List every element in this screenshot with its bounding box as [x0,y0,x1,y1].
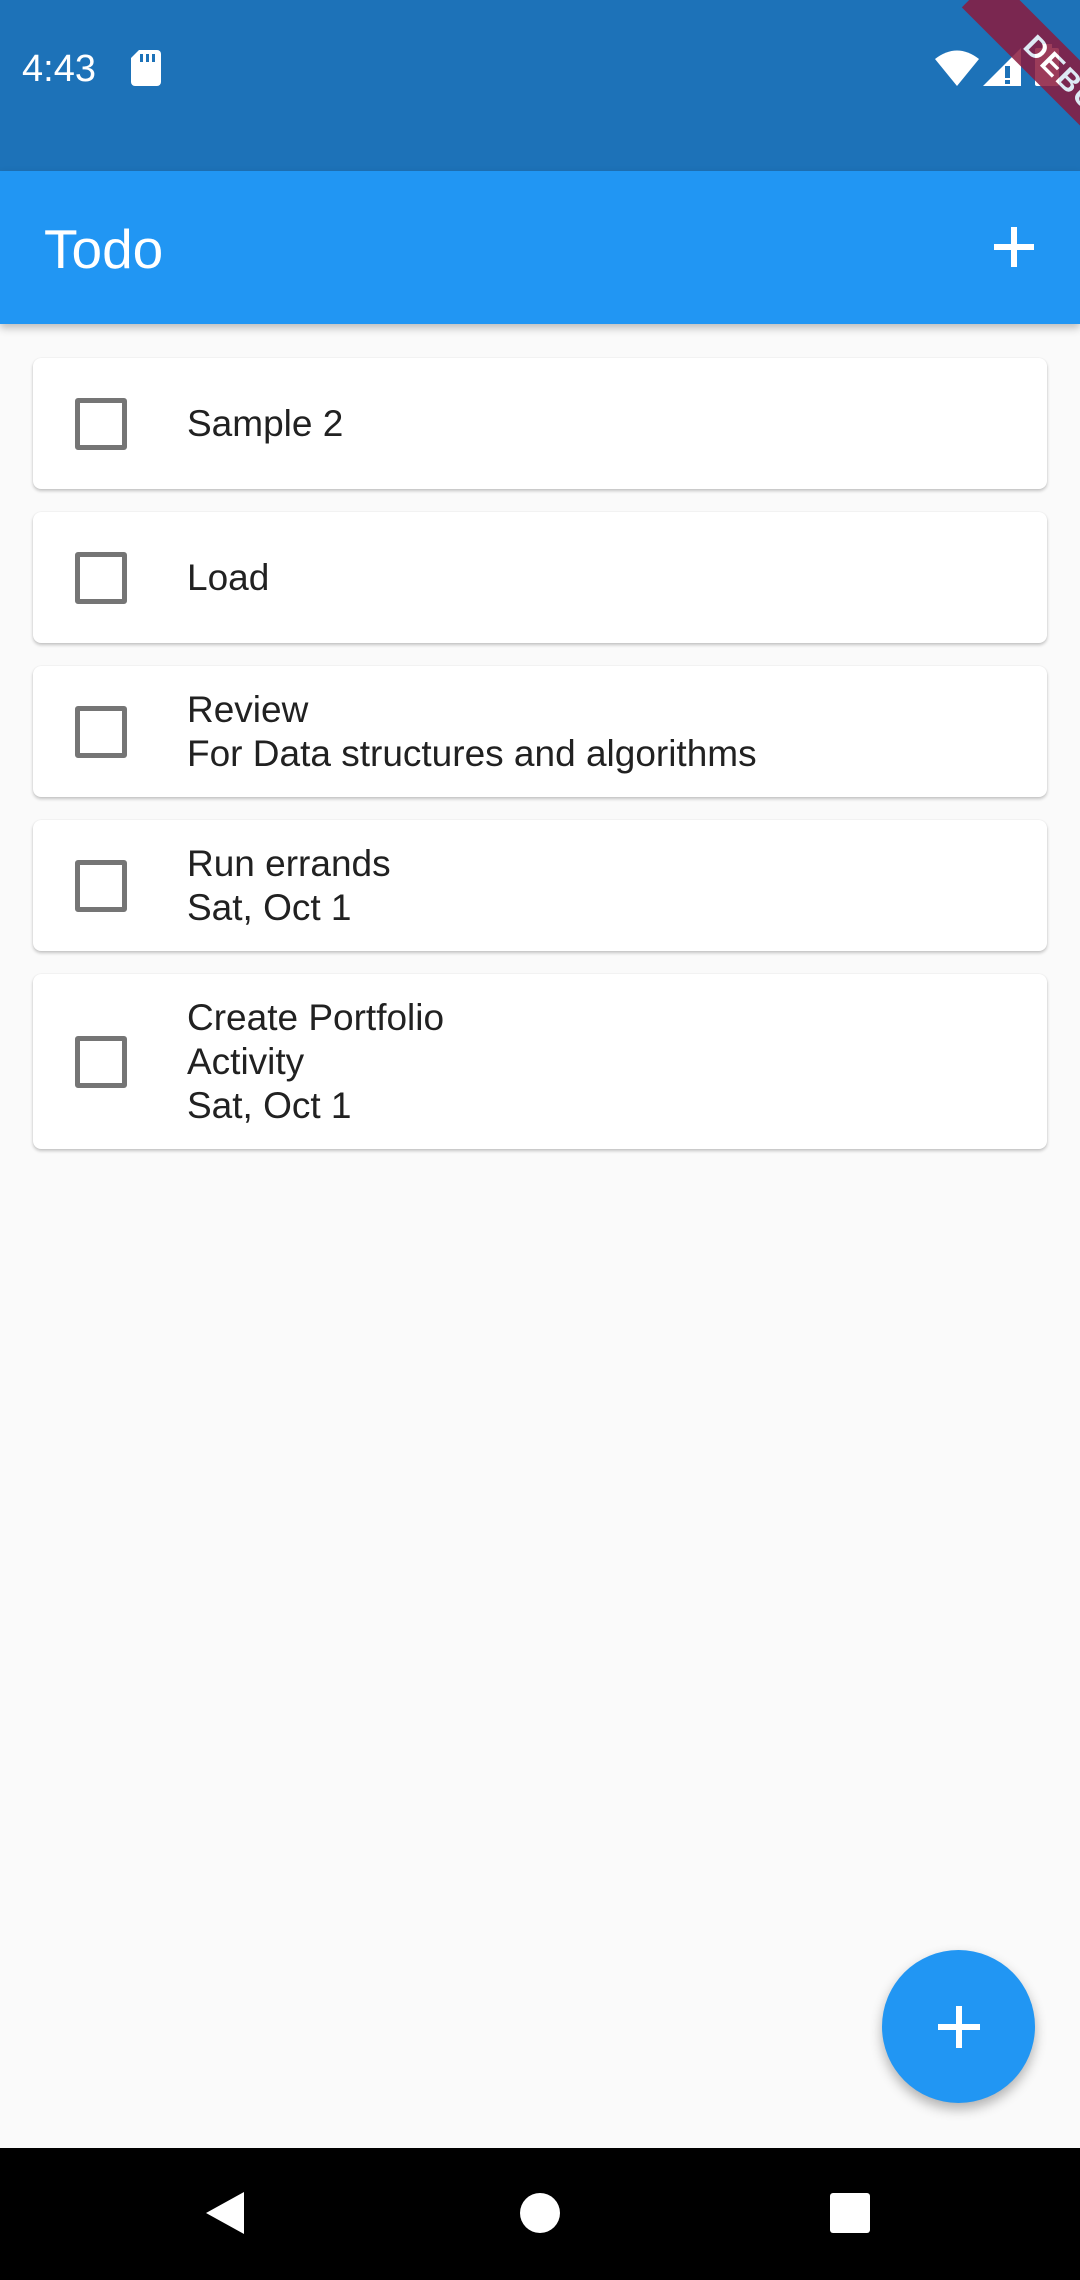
todo-text: Sample 2 [187,402,343,446]
back-button[interactable] [190,2178,260,2248]
add-fab-button[interactable] [882,1950,1035,2103]
status-time: 4:43 [22,48,96,90]
todo-text: Load [187,556,269,600]
navigation-bar [0,2148,1080,2280]
status-bar: 4:43 DEBUG [0,0,1080,171]
todo-detail: For Data structures and algorithms [187,732,757,774]
todo-detail: Sat, Oct 1 [187,886,352,928]
recents-icon [830,2193,870,2233]
todo-title: Review [187,688,309,730]
todo-card[interactable]: Run errands Sat, Oct 1 [33,820,1047,951]
add-icon [994,227,1034,267]
todo-checkbox[interactable] [75,1035,127,1088]
todo-detail: Activity [187,1040,305,1082]
todo-title: Run errands [187,842,391,884]
todo-title: Sample 2 [187,402,344,444]
todo-checkbox[interactable] [75,397,127,450]
todo-checkbox[interactable] [75,859,127,912]
home-icon [520,2193,560,2233]
recents-button[interactable] [815,2178,885,2248]
todo-text: Review For Data structures and algorithms [187,688,757,776]
todo-detail: Sat, Oct 1 [187,1084,352,1126]
todo-card[interactable]: Sample 2 [33,358,1047,489]
todo-checkbox[interactable] [75,705,127,758]
wifi-icon [935,50,979,86]
todo-text: Create Portfolio Activity Sat, Oct 1 [187,996,444,1128]
add-icon [937,2005,980,2048]
app-title: Todo [44,218,164,280]
todo-checkbox[interactable] [75,551,127,604]
home-button[interactable] [505,2178,575,2248]
todo-card[interactable]: Load [33,512,1047,643]
todo-title: Load [187,556,270,598]
sd-card-icon [131,50,161,86]
add-todo-button[interactable] [980,213,1048,281]
todo-text: Run errands Sat, Oct 1 [187,842,391,930]
back-icon [206,2192,244,2234]
todo-title: Create Portfolio [187,996,445,1038]
todo-card[interactable]: Review For Data structures and algorithms [33,666,1047,797]
app-bar: Todo [0,171,1080,324]
todo-list: Sample 2 Load Review For Data structures an… [33,358,1047,1172]
todo-card[interactable]: Create Portfolio Activity Sat, Oct 1 [33,974,1047,1149]
